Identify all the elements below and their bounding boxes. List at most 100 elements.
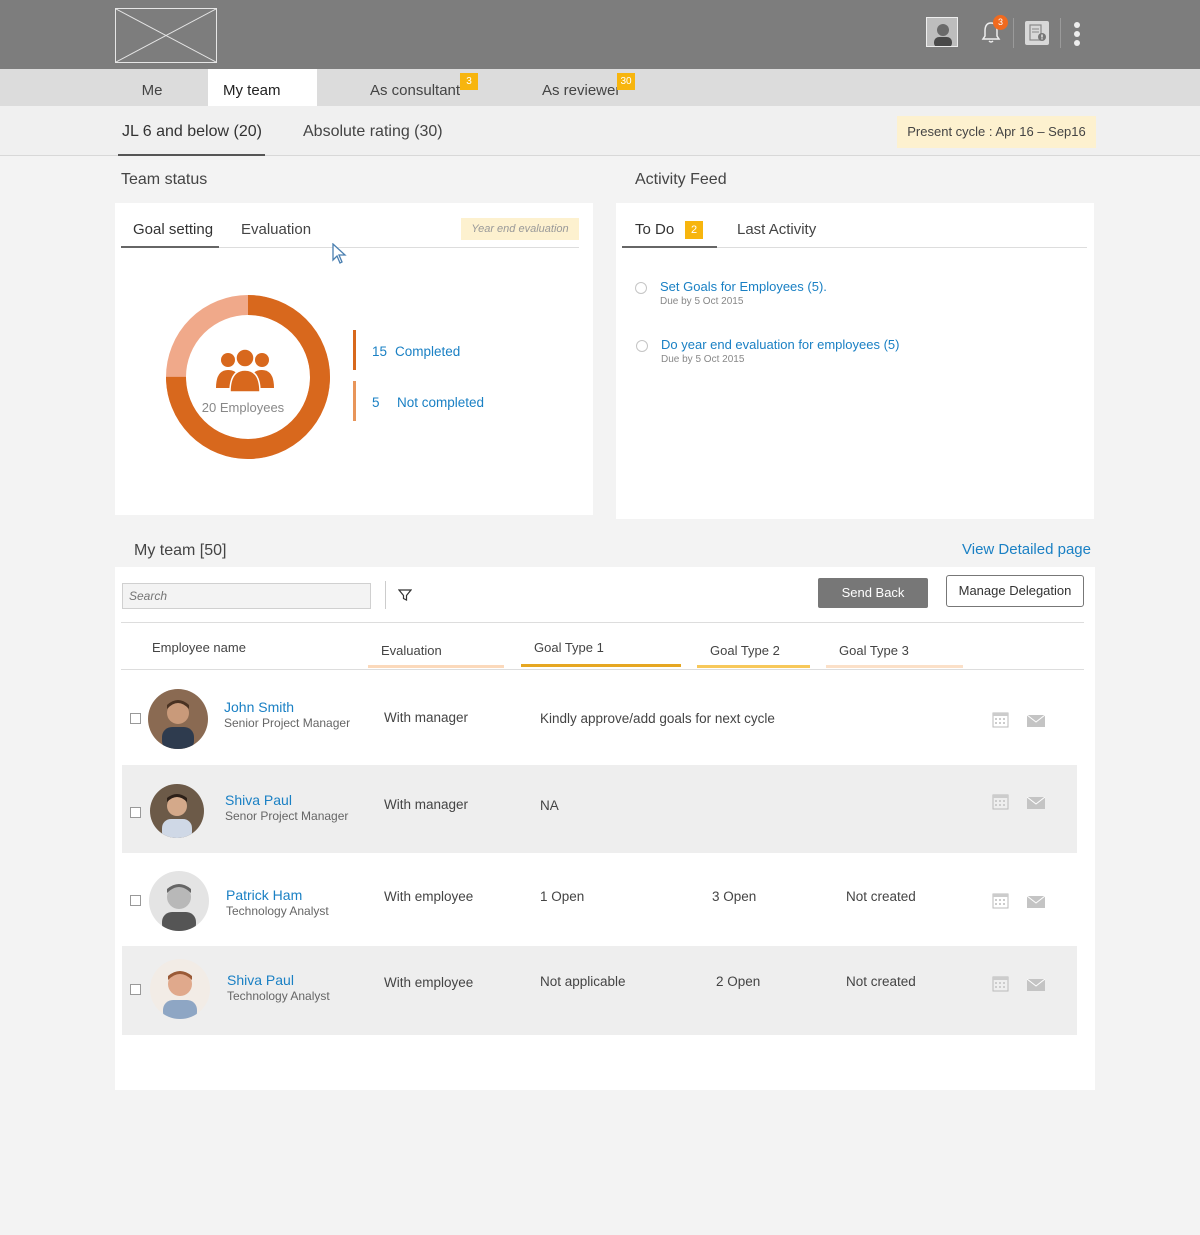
employee-role: Technology Analyst: [226, 904, 329, 918]
row-checkbox[interactable]: [130, 984, 141, 995]
employee-name-link[interactable]: Shiva Paul: [227, 972, 294, 988]
employee-role: Senor Project Manager: [225, 809, 349, 823]
col-employee-name[interactable]: Employee name: [152, 640, 246, 655]
top-bar: 3: [0, 0, 1200, 69]
tab-my-team[interactable]: My team: [208, 69, 317, 106]
evaluation-status: With employee: [384, 889, 474, 904]
todo-item-title[interactable]: Set Goals for Employees (5).: [660, 279, 827, 294]
mail-icon[interactable]: [1026, 978, 1046, 991]
active-tab-indicator: [622, 246, 717, 248]
manage-delegation-button[interactable]: Manage Delegation: [946, 575, 1084, 607]
todo-radio[interactable]: [636, 340, 648, 352]
table-row[interactable]: Shiva Paul Senor Project Manager With ma…: [122, 765, 1077, 853]
todo-item-title[interactable]: Do year end evaluation for employees (5): [661, 337, 899, 352]
completed-count: 15: [372, 344, 388, 359]
mail-icon[interactable]: [1026, 796, 1046, 809]
todo-item-due: Due by 5 Oct 2015: [660, 296, 744, 307]
goal-type-1-value: Not applicable: [540, 974, 626, 989]
table-row[interactable]: Shiva Paul Technology Analyst With emplo…: [122, 946, 1077, 1035]
tab-as-consultant[interactable]: As consultant: [370, 69, 460, 106]
col-goal-type-1-underline: [521, 664, 681, 667]
tab-to-do[interactable]: To Do: [635, 221, 674, 238]
completed-legend-bar: [353, 330, 356, 370]
activity-feed-card: To Do 2 Last Activity Set Goals for Empl…: [616, 203, 1094, 519]
goal-type-3-link[interactable]: Not created: [846, 889, 916, 904]
col-goal-type-2[interactable]: Goal Type 2: [710, 643, 780, 658]
view-detailed-page-link[interactable]: View Detailed page: [962, 541, 1091, 558]
team-status-title: Team status: [121, 171, 208, 188]
avatar: [149, 871, 209, 931]
filter-icon[interactable]: [397, 588, 413, 602]
document-alert-icon[interactable]: [1025, 21, 1049, 45]
mouse-cursor-icon: [332, 242, 348, 270]
tab-me[interactable]: Me: [96, 69, 208, 106]
goal-type-1-value: NA: [540, 798, 559, 813]
more-options-icon[interactable]: [1072, 22, 1082, 46]
not-completed-link[interactable]: Not completed: [397, 395, 484, 410]
avatar: [150, 784, 204, 838]
active-subtab-indicator: [118, 154, 265, 156]
divider: [385, 581, 386, 609]
not-completed-legend-bar: [353, 381, 356, 421]
calendar-icon[interactable]: [992, 711, 1009, 728]
todo-radio[interactable]: [635, 282, 647, 294]
employee-name-link[interactable]: Patrick Ham: [226, 887, 302, 903]
not-completed-count: 5: [372, 395, 380, 410]
mail-icon[interactable]: [1026, 895, 1046, 908]
employee-name-link[interactable]: John Smith: [224, 699, 294, 715]
col-evaluation[interactable]: Evaluation: [381, 643, 442, 658]
goal-type-2-value: 3 Open: [712, 889, 757, 904]
activity-feed-title: Activity Feed: [635, 171, 727, 188]
calendar-icon[interactable]: [992, 892, 1009, 909]
table-row[interactable]: John Smith Senior Project Manager With m…: [122, 672, 1077, 764]
goal-type-1-value: Kindly approve/add goals for next cycle: [540, 711, 775, 726]
goal-type-2-value: 2 Open: [716, 974, 761, 989]
avatar: [148, 689, 208, 749]
divider: [121, 669, 1084, 670]
divider: [121, 622, 1084, 623]
row-checkbox[interactable]: [130, 895, 141, 906]
present-cycle-chip: Present cycle : Apr 16 – Sep16: [897, 116, 1096, 148]
col-evaluation-underline: [368, 665, 504, 668]
subtab-jl6[interactable]: JL 6 and below (20): [122, 123, 262, 141]
col-goal-type-3[interactable]: Goal Type 3: [839, 643, 909, 658]
evaluation-status: With manager: [384, 710, 469, 725]
my-team-title: My team [50]: [134, 542, 227, 559]
col-goal-type-1[interactable]: Goal Type 1: [534, 640, 604, 655]
donut-center-label: 20 Employees: [201, 400, 285, 415]
calendar-icon[interactable]: [992, 793, 1009, 810]
main-tab-bar: Me My team As consultant 3 As reviewer 3…: [0, 69, 1200, 106]
todo-count-badge: 2: [685, 221, 703, 239]
evaluation-status: With employee: [384, 975, 474, 990]
team-status-card: Goal setting Evaluation Year end evaluat…: [115, 203, 593, 515]
evaluation-status: With manager: [384, 797, 469, 812]
employee-role: Technology Analyst: [227, 989, 330, 1003]
mail-icon[interactable]: [1026, 714, 1046, 727]
table-row[interactable]: Patrick Ham Technology Analyst With empl…: [122, 853, 1077, 945]
send-back-button[interactable]: Send Back: [818, 578, 928, 608]
user-avatar[interactable]: [926, 17, 958, 47]
calendar-icon[interactable]: [992, 975, 1009, 992]
active-tab-indicator: [121, 246, 219, 248]
search-input[interactable]: [122, 583, 371, 609]
tab-last-activity[interactable]: Last Activity: [737, 221, 816, 238]
completed-link[interactable]: Completed: [395, 344, 460, 359]
year-end-evaluation-chip[interactable]: Year end evaluation: [461, 218, 579, 240]
divider: [1060, 18, 1061, 48]
col-goal-type-2-underline: [697, 665, 810, 668]
employee-name-link[interactable]: Shiva Paul: [225, 792, 292, 808]
todo-item-due: Due by 5 Oct 2015: [661, 354, 745, 365]
goal-type-1-value: 1 Open: [540, 889, 585, 904]
consultant-count-badge: 3: [460, 73, 478, 90]
row-checkbox[interactable]: [130, 713, 141, 724]
row-checkbox[interactable]: [130, 807, 141, 818]
reviewer-count-badge: 30: [617, 73, 635, 90]
subtab-absolute-rating[interactable]: Absolute rating (30): [303, 123, 443, 141]
tab-evaluation[interactable]: Evaluation: [241, 221, 311, 238]
divider: [1013, 18, 1014, 48]
tab-goal-setting[interactable]: Goal setting: [133, 221, 213, 238]
logo-placeholder[interactable]: [115, 8, 217, 63]
tab-as-reviewer[interactable]: As reviewer: [542, 69, 620, 106]
employees-group-icon: [214, 348, 276, 393]
goal-type-3-link[interactable]: Not created: [846, 974, 916, 989]
